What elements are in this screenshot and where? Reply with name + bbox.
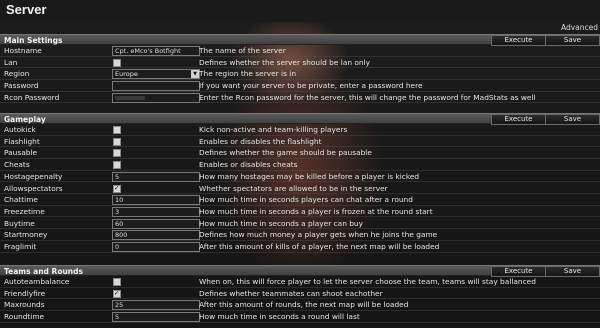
setting-label: Freezetime bbox=[4, 206, 45, 216]
setting-description: After this amount of kills of a player, … bbox=[199, 242, 440, 251]
setting-label: Friendlyfire bbox=[4, 288, 46, 298]
setting-description: Enables or disables cheats bbox=[199, 160, 298, 170]
setting-row-buytime: Buytime 60 How much time in seconds a play… bbox=[0, 218, 600, 230]
setting-row-autokick: Autokick Kick non-active and team-killing… bbox=[0, 124, 600, 136]
setting-row-flashlight: Flashlight Enables or disables the flashl… bbox=[0, 136, 600, 148]
setting-description: The name of the server bbox=[199, 46, 286, 55]
setting-description: Enter the Rcon password for the server, … bbox=[199, 92, 536, 102]
setting-description: Defines whether teammates can shoot each… bbox=[199, 288, 383, 298]
setting-label: Roundtime bbox=[4, 312, 45, 322]
setting-description: Whether spectators are allowed to be in … bbox=[199, 183, 388, 193]
setting-label: Startmoney bbox=[4, 230, 48, 240]
flashlight-checkbox[interactable] bbox=[113, 137, 121, 146]
select-value: Europe bbox=[115, 70, 138, 79]
setting-row-allowspectators: Allowspectators Whether spectators are al… bbox=[0, 183, 600, 194]
setting-description: When on, this will force player to let t… bbox=[199, 277, 536, 286]
setting-description: Defines how much money a player gets whe… bbox=[199, 230, 438, 240]
setting-description: How much time in seconds a player is fro… bbox=[199, 206, 433, 216]
buytime-field[interactable]: 60 bbox=[112, 218, 200, 229]
rcon-password-field[interactable] bbox=[112, 92, 200, 103]
maxrounds-field[interactable]: 25 bbox=[112, 300, 200, 311]
setting-row-hostname: Hostname Cpt. eMco's Botfight The name of … bbox=[0, 45, 600, 57]
setting-row-lan: Lan Defines whether the server should be … bbox=[0, 57, 600, 69]
setting-label: Region bbox=[4, 69, 30, 79]
page-header: Server bbox=[0, 0, 600, 22]
setting-row-chattime: Chattime 10 How much time in seconds playe… bbox=[0, 194, 600, 206]
page-title: Server bbox=[6, 2, 47, 17]
setting-description: How many hostages may be killed before a… bbox=[199, 171, 420, 181]
setting-label: Buytime bbox=[4, 218, 35, 228]
section-header-teams-and-rounds: Teams and Rounds Execute Save bbox=[0, 265, 600, 277]
setting-row-startmoney: Startmoney 800 Defines how much money a pl… bbox=[0, 229, 600, 241]
freezetime-field[interactable]: 3 bbox=[112, 206, 200, 217]
setting-label: Maxrounds bbox=[4, 300, 45, 310]
setting-description: How much time in seconds players can cha… bbox=[199, 195, 413, 205]
fraglimit-field[interactable]: 0 bbox=[112, 242, 200, 252]
roundtime-field[interactable]: 5 bbox=[112, 312, 200, 323]
setting-row-freezetime: Freezetime 3 How much time in seconds a pl… bbox=[0, 206, 600, 218]
setting-description: If you want your server to be private, e… bbox=[199, 81, 423, 91]
autokick-checkbox[interactable] bbox=[113, 126, 121, 134]
pausable-checkbox[interactable] bbox=[113, 149, 121, 158]
setting-row-cheats: Cheats Enables or disables cheats bbox=[0, 159, 600, 171]
setting-row-friendlyfire: Friendlyfire Defines whether teammates ca… bbox=[0, 288, 600, 300]
setting-description: Defines whether the game should be pausa… bbox=[199, 148, 372, 158]
setting-row-region: Region Europe ▼ The region the server is in bbox=[0, 68, 600, 80]
setting-row-fraglimit: Fraglimit 0 After this amount of kills of … bbox=[0, 241, 600, 253]
setting-label: Hostname bbox=[4, 46, 42, 55]
autoteambalance-checkbox[interactable] bbox=[113, 278, 121, 286]
setting-description: How much time in seconds a player can bu… bbox=[199, 218, 363, 228]
lan-checkbox[interactable] bbox=[113, 58, 121, 67]
setting-label: Cheats bbox=[4, 160, 30, 170]
setting-label: Password bbox=[4, 81, 39, 91]
region-select[interactable]: Europe ▼ bbox=[112, 69, 200, 80]
masked-password bbox=[115, 95, 145, 100]
setting-label: Flashlight bbox=[4, 136, 40, 146]
setting-label: Allowspectators bbox=[4, 183, 63, 193]
setting-description: Defines whether the server should be lan… bbox=[199, 57, 371, 67]
setting-label: Lan bbox=[4, 57, 18, 67]
password-field[interactable] bbox=[112, 81, 200, 92]
setting-row-pausable: Pausable Defines whether the game should … bbox=[0, 147, 600, 159]
setting-label: Chattime bbox=[4, 195, 38, 205]
setting-row-hostagepenalty: Hostagepenalty 5 How many hostages may be … bbox=[0, 171, 600, 183]
setting-label: Pausable bbox=[4, 148, 38, 158]
section-header-gameplay: Gameplay Execute Save bbox=[0, 113, 600, 125]
setting-description: Kick non-active and team-killing players bbox=[199, 125, 348, 134]
section-title: Main Settings bbox=[4, 36, 63, 45]
setting-description: How much time in seconds a round will la… bbox=[199, 312, 360, 322]
section-title: Teams and Rounds bbox=[4, 267, 83, 276]
section-header-main-settings: Main Settings Execute Save bbox=[0, 34, 600, 46]
setting-label: Fraglimit bbox=[4, 242, 37, 251]
setting-label: Autokick bbox=[4, 125, 36, 134]
setting-description: After this amount of rounds, the next ma… bbox=[199, 300, 409, 310]
chattime-field[interactable]: 10 bbox=[112, 195, 200, 206]
hostagepenalty-field[interactable]: 5 bbox=[112, 171, 200, 182]
chevron-down-icon[interactable]: ▼ bbox=[191, 70, 199, 79]
setting-row-password: Password If you want your server to be pr… bbox=[0, 80, 600, 92]
section-title: Gameplay bbox=[4, 115, 46, 124]
setting-description: Enables or disables the flashlight bbox=[199, 136, 322, 146]
hostname-field[interactable]: Cpt. eMco's Botfight bbox=[112, 46, 200, 56]
setting-row-rcon-password: Rcon Password Enter the Rcon password for… bbox=[0, 92, 600, 104]
advanced-link[interactable]: Advanced bbox=[561, 23, 598, 32]
friendlyfire-checkbox[interactable] bbox=[113, 289, 121, 298]
setting-row-roundtime: Roundtime 5 How much time in seconds a rou… bbox=[0, 311, 600, 323]
setting-row-autoteambalance: Autoteambalance When on, this will force … bbox=[0, 276, 600, 288]
setting-row-maxrounds: Maxrounds 25 After this amount of rounds, … bbox=[0, 299, 600, 311]
setting-description: The region the server is in bbox=[199, 69, 297, 79]
cheats-checkbox[interactable] bbox=[113, 161, 121, 170]
setting-label: Rcon Password bbox=[4, 92, 60, 102]
allowspectators-checkbox[interactable] bbox=[113, 184, 121, 193]
setting-label: Autoteambalance bbox=[4, 277, 70, 286]
setting-label: Hostagepenalty bbox=[4, 171, 63, 181]
startmoney-field[interactable]: 800 bbox=[112, 230, 200, 241]
